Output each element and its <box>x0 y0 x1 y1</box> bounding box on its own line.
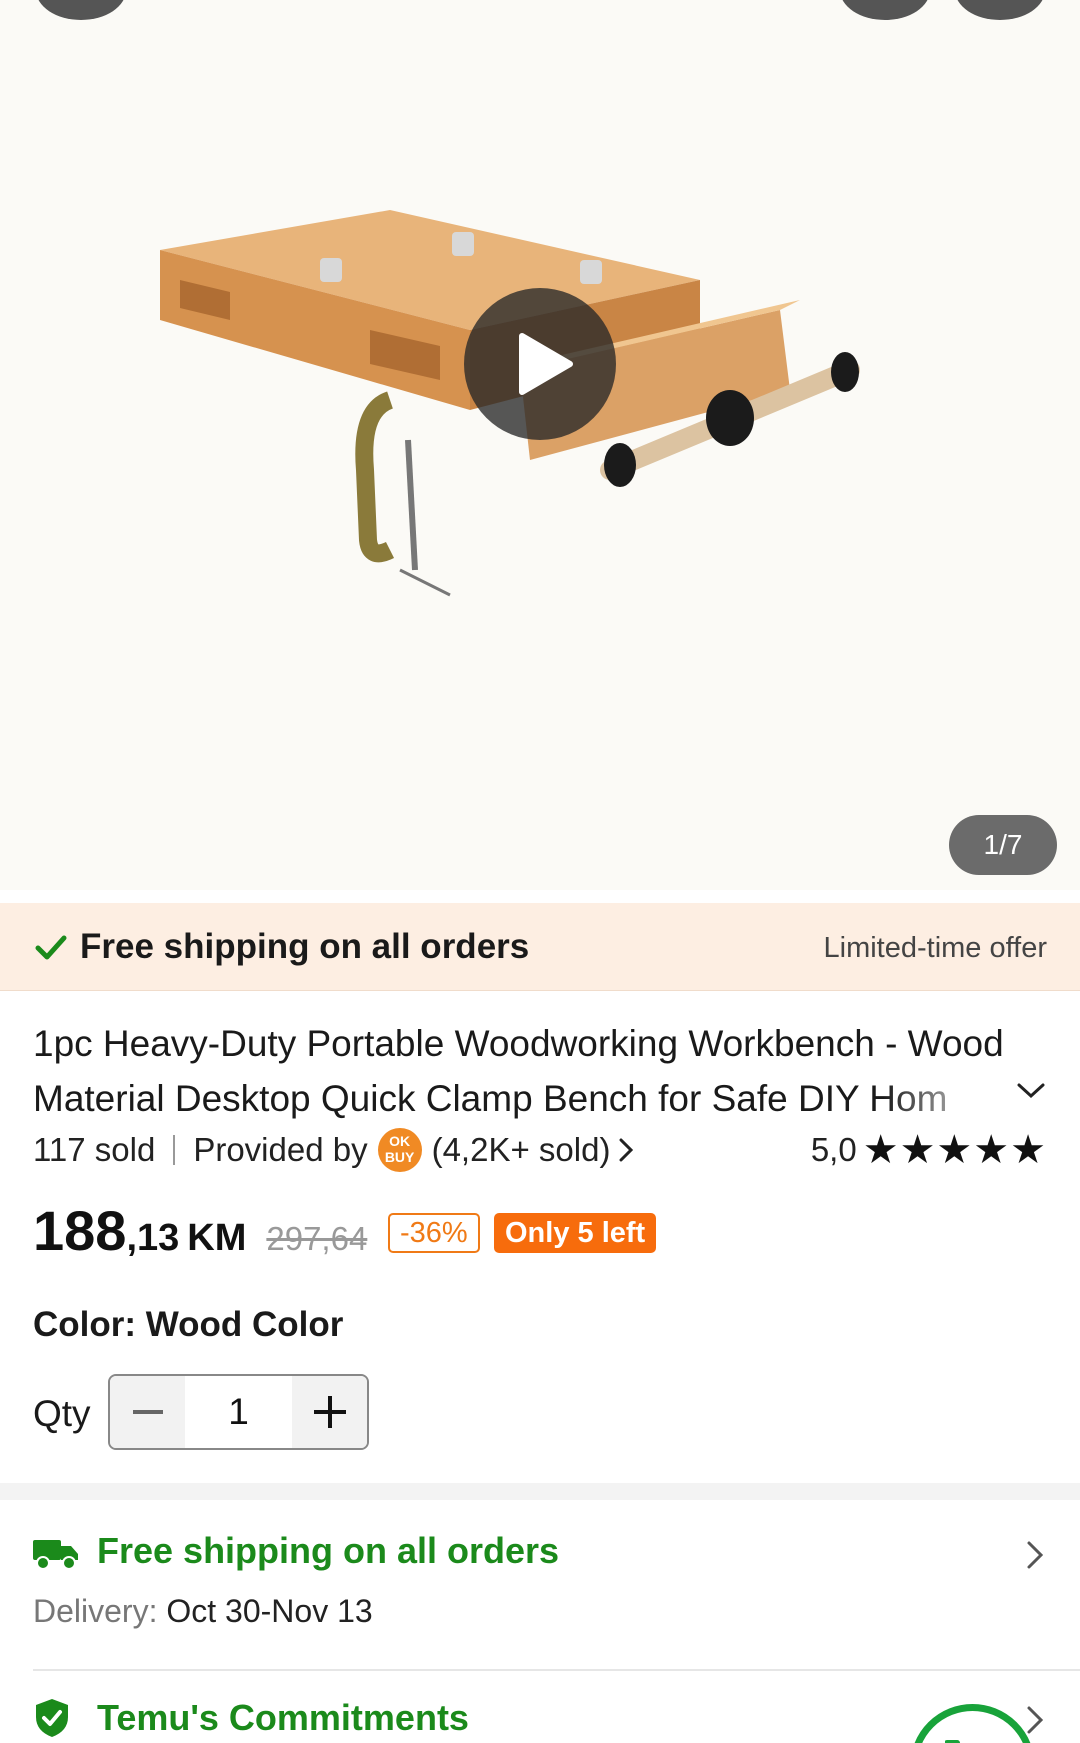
sold-count: 117 sold <box>33 1131 156 1168</box>
share-button[interactable] <box>840 0 930 20</box>
divider <box>173 1135 176 1165</box>
shield-check-icon <box>36 1699 68 1737</box>
plus-icon <box>313 1396 346 1428</box>
provided-by-link[interactable]: Provided by OK BUY (4,2K+ sold) <box>193 1128 634 1172</box>
shipping-title: Free shipping on all orders <box>97 1530 560 1571</box>
decrease-quantity-button[interactable] <box>110 1376 185 1448</box>
commitments-title[interactable]: Temu's Commitments <box>97 1697 469 1739</box>
product-image <box>160 210 860 597</box>
section-divider <box>0 1483 1080 1500</box>
free-shipping-banner: Free shipping on all orders Limited-time… <box>0 903 1080 991</box>
delivery-dates: Oct 30-Nov 13 <box>166 1593 373 1629</box>
price-decimal: ,13 <box>126 1217 180 1259</box>
quantity-value[interactable]: 1 <box>185 1376 292 1448</box>
chevron-right-icon <box>619 1138 634 1162</box>
sales-meta-row: 117 sold Provided by OK BUY (4,2K+ sold) <box>33 1128 634 1172</box>
limited-offer-label: Limited-time offer <box>823 932 1048 964</box>
play-icon <box>519 333 573 395</box>
delivery-label: Delivery: <box>33 1593 158 1629</box>
divider <box>33 1669 1080 1671</box>
banner-title: Free shipping on all orders <box>80 927 530 966</box>
quantity-stepper: 1 <box>108 1374 369 1450</box>
chevron-right-icon[interactable] <box>1026 1705 1044 1735</box>
price-row: 188 ,13 KM 297,64 <box>33 1198 367 1268</box>
price-currency: KM <box>187 1217 247 1259</box>
product-gallery[interactable]: 1/7 <box>0 0 1080 890</box>
qty-label: Qty <box>33 1393 91 1434</box>
rating-value: 5,0 <box>810 1131 857 1168</box>
checkmark-icon <box>35 935 67 960</box>
seller-logo: OK BUY <box>377 1128 422 1172</box>
stock-badge: Only 5 left <box>494 1213 657 1253</box>
cart-icon <box>945 1740 961 1743</box>
increase-quantity-button[interactable] <box>292 1376 367 1448</box>
shipping-info-row[interactable]: Free shipping on all orders Delivery: Oc… <box>0 1500 1080 1670</box>
discount-badge: -36% <box>388 1213 480 1253</box>
chevron-right-icon <box>1027 1541 1044 1569</box>
product-title-text: 1pc Heavy-Duty Portable Woodworking Work… <box>33 1023 1004 1119</box>
rating[interactable]: 5,0 ★★★★★ <box>811 1128 1047 1172</box>
delivery-truck-icon <box>33 1540 78 1570</box>
expand-title-chevron-icon[interactable] <box>1016 1080 1046 1102</box>
minus-icon <box>132 1410 163 1414</box>
price-integer: 188 <box>33 1199 127 1262</box>
back-button[interactable] <box>36 0 126 20</box>
cart-icon-button[interactable] <box>955 0 1045 20</box>
play-video-button[interactable] <box>464 288 616 440</box>
rating-stars-icon: ★★★★★ <box>862 1128 1047 1172</box>
color-selection-label: Color: Wood Color <box>33 1305 344 1344</box>
delivery-estimate: Delivery: Oct 30-Nov 13 <box>33 1593 373 1630</box>
seller-sold-count: (4,2K+ sold) <box>431 1131 611 1168</box>
floating-cart-button[interactable] <box>910 1704 1035 1743</box>
original-price: 297,64 <box>266 1220 368 1257</box>
product-title: 1pc Heavy-Duty Portable Woodworking Work… <box>33 1016 1023 1126</box>
provided-by-label: Provided by <box>193 1131 368 1168</box>
image-counter: 1/7 <box>949 815 1057 875</box>
